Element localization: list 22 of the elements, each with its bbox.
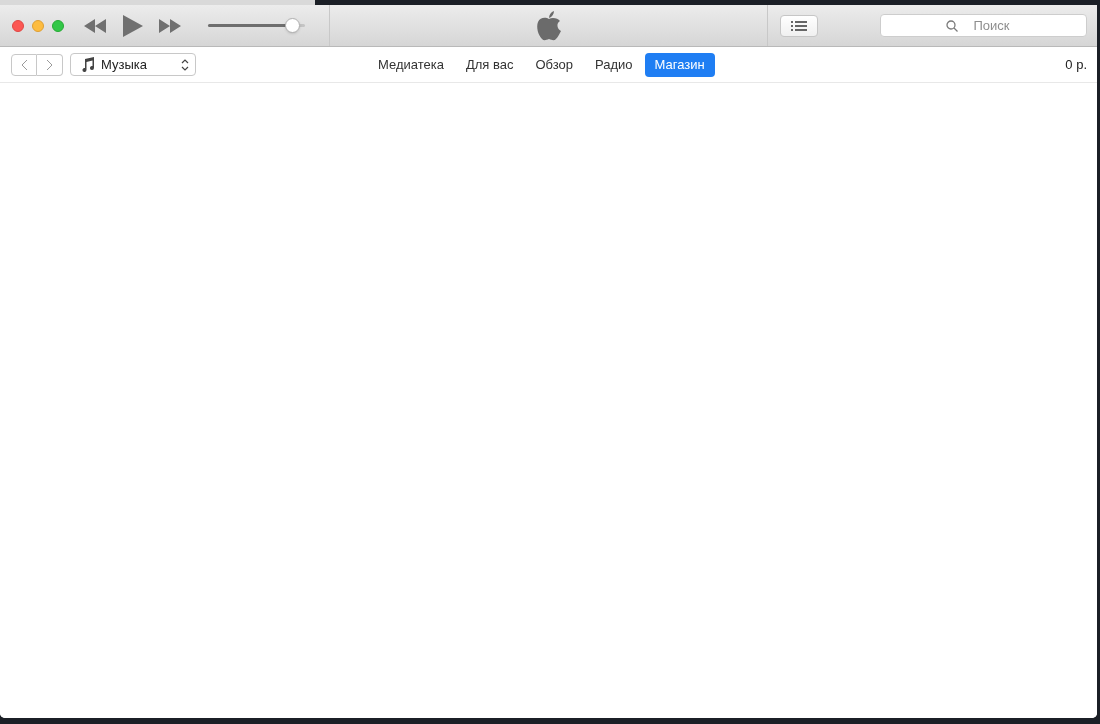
volume-slider[interactable] bbox=[208, 17, 305, 34]
list-view-button[interactable] bbox=[780, 14, 818, 37]
account-balance: 0 р. bbox=[1065, 55, 1087, 74]
rewind-icon[interactable] bbox=[84, 18, 106, 33]
chevron-right-icon bbox=[46, 58, 53, 71]
close-button[interactable] bbox=[12, 19, 24, 32]
search-icon bbox=[946, 19, 958, 32]
nav-tab[interactable]: Медиатека bbox=[368, 52, 454, 77]
list-icon bbox=[791, 20, 807, 31]
up-down-chevron-icon bbox=[181, 58, 189, 71]
search-field[interactable]: Поиск bbox=[880, 14, 1087, 37]
nav-tab[interactable]: Радио bbox=[585, 52, 643, 77]
fast-forward-icon[interactable] bbox=[159, 18, 181, 33]
nav-tab[interactable]: Обзор bbox=[525, 52, 584, 77]
play-icon[interactable] bbox=[123, 14, 143, 37]
media-type-dropdown[interactable]: Музыка bbox=[70, 53, 196, 76]
apple-logo-icon bbox=[535, 10, 562, 41]
chevron-left-icon bbox=[20, 58, 28, 71]
music-note-icon bbox=[81, 57, 95, 72]
nav-tab[interactable]: Магазин bbox=[644, 52, 715, 77]
zoom-button[interactable] bbox=[52, 19, 64, 32]
nav-tab[interactable]: Для вас bbox=[455, 52, 524, 77]
